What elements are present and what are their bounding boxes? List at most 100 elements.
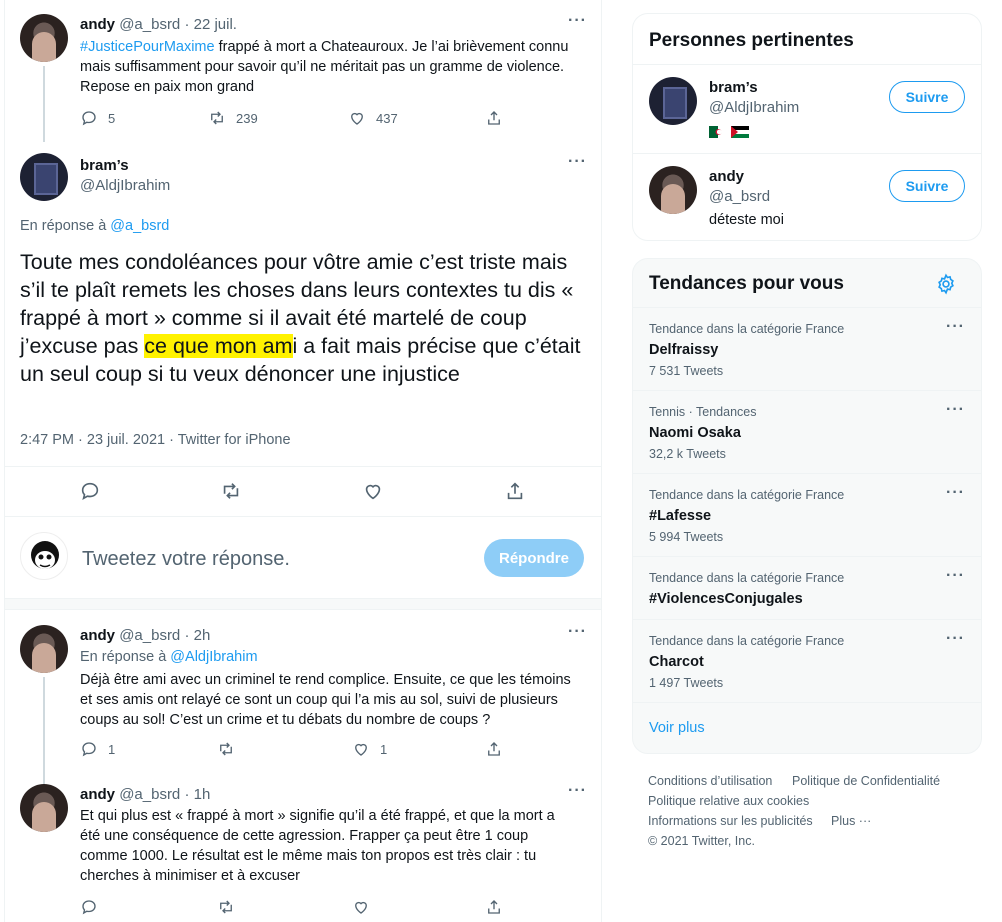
- tweet-reply[interactable]: andy @a_bsrd · 2h ··· En réponse à @Aldj…: [5, 612, 601, 787]
- footer-terms-link[interactable]: Conditions d’utilisation: [648, 774, 772, 788]
- trend-category: Tendance dans la catégorie France: [649, 571, 845, 585]
- highlighted-text: ce que mon am: [144, 334, 293, 358]
- author-handle[interactable]: @AldjIbrahim: [80, 177, 170, 194]
- algeria-flag-icon: [709, 125, 727, 138]
- retweet-icon: [220, 900, 232, 914]
- like-count: 437: [376, 110, 398, 126]
- reply-icon[interactable]: [79, 480, 101, 502]
- retweet-button[interactable]: 239: [208, 109, 258, 127]
- footer-more-link[interactable]: Plus ···: [831, 814, 871, 828]
- like-button[interactable]: 437: [348, 109, 398, 127]
- reply-submit-button[interactable]: Répondre: [484, 539, 584, 577]
- heart-icon[interactable]: [362, 480, 384, 502]
- gear-icon[interactable]: [935, 273, 957, 295]
- trend-item[interactable]: Tennis · Tendances Naomi Osaka 32,2 k Tw…: [633, 390, 981, 473]
- avatar[interactable]: [649, 166, 697, 214]
- tweet-reply[interactable]: andy @a_bsrd · 1h ··· Et qui plus est « …: [5, 772, 601, 922]
- person-name[interactable]: bram’s: [709, 79, 758, 96]
- person-handle[interactable]: @AldjIbrahim: [709, 99, 799, 116]
- tweet-timestamp[interactable]: 2:47 PM · 23 juil. 2021 · Twitter for iP…: [20, 432, 291, 448]
- reply-context: En réponse à @AldjIbrahim: [80, 649, 258, 665]
- more-icon[interactable]: ···: [946, 630, 965, 648]
- reply-button[interactable]: 5: [80, 109, 115, 127]
- trend-name: Delfraissy: [649, 342, 719, 358]
- share-button[interactable]: [485, 740, 503, 758]
- trend-item[interactable]: Tendance dans la catégorie France #Viole…: [633, 556, 981, 619]
- author-name[interactable]: andy: [80, 627, 115, 644]
- show-more-row[interactable]: Voir plus: [633, 702, 981, 754]
- trend-item[interactable]: Tendance dans la catégorie France Charco…: [633, 619, 981, 702]
- reply-button[interactable]: 1: [80, 740, 115, 758]
- hashtag-link[interactable]: #JusticePourMaxime: [80, 39, 215, 55]
- more-icon[interactable]: ···: [946, 567, 965, 585]
- more-icon[interactable]: ···: [568, 782, 587, 800]
- trend-name: Charcot: [649, 654, 704, 670]
- trend-count: 7 531 Tweets: [649, 364, 724, 378]
- tweet-original[interactable]: andy @a_bsrd · 22 juil. ··· #JusticePour…: [5, 0, 601, 145]
- share-button[interactable]: [485, 898, 503, 916]
- heart-icon: [355, 743, 367, 756]
- author-name[interactable]: bram’s: [80, 157, 129, 174]
- author-handle: @a_bsrd · 22 juil.: [119, 16, 237, 33]
- like-button[interactable]: [352, 898, 370, 916]
- card-title: Tendances pour vous: [649, 273, 844, 294]
- divider: [5, 466, 601, 467]
- avatar[interactable]: [20, 532, 68, 580]
- avatar[interactable]: [20, 14, 68, 62]
- avatar[interactable]: [649, 77, 697, 125]
- heart-icon: [355, 901, 367, 914]
- person-handle[interactable]: @a_bsrd: [709, 188, 770, 205]
- trend-name: #ViolencesConjugales: [649, 591, 803, 607]
- cartoon-avatar-icon: [31, 541, 59, 569]
- reply-button[interactable]: [80, 898, 98, 916]
- thread-line: [43, 677, 45, 787]
- reply-input[interactable]: Tweetez votre réponse.: [82, 548, 290, 571]
- divider: [5, 516, 601, 517]
- tweet-actions: 1 1: [80, 740, 520, 760]
- retweet-button[interactable]: [217, 898, 235, 916]
- reply-handle-link[interactable]: @AldjIbrahim: [170, 649, 257, 665]
- trend-item[interactable]: Tendance dans la catégorie France Delfra…: [633, 307, 981, 390]
- reply-icon: [82, 111, 96, 126]
- avatar[interactable]: [20, 153, 68, 201]
- trend-category: Tendance dans la catégorie France: [649, 322, 845, 336]
- author-name[interactable]: andy: [80, 786, 115, 803]
- more-icon[interactable]: ···: [568, 623, 587, 641]
- follow-button[interactable]: Suivre: [889, 170, 965, 202]
- author-handle: @a_bsrd · 2h: [119, 627, 211, 644]
- person-item[interactable]: andy @a_bsrd déteste moi Suivre: [633, 153, 981, 242]
- footer-ads-link[interactable]: Informations sur les publicités: [648, 814, 813, 828]
- trend-item[interactable]: Tendance dans la catégorie France #Lafes…: [633, 473, 981, 556]
- reply-handle-link[interactable]: @a_bsrd: [110, 218, 169, 234]
- avatar[interactable]: [20, 784, 68, 832]
- follow-button[interactable]: Suivre: [889, 81, 965, 113]
- more-icon[interactable]: ···: [946, 318, 965, 336]
- more-icon[interactable]: ···: [946, 401, 965, 419]
- footer-cookies-link[interactable]: Politique relative aux cookies: [648, 794, 809, 808]
- tweet-actions: [5, 480, 601, 504]
- share-button[interactable]: [485, 109, 503, 127]
- like-button[interactable]: 1: [352, 740, 387, 758]
- trend-category: Tennis · Tendances: [649, 405, 757, 419]
- retweet-button[interactable]: [217, 740, 235, 758]
- retweet-icon: [211, 111, 223, 125]
- more-icon[interactable]: ···: [568, 12, 587, 30]
- retweet-icon[interactable]: [220, 480, 242, 502]
- person-name[interactable]: andy: [709, 168, 744, 185]
- person-item[interactable]: bram’s @AldjIbrahim Suivre: [633, 64, 981, 153]
- author-name[interactable]: andy: [80, 16, 115, 33]
- trend-count: 5 994 Tweets: [649, 530, 724, 544]
- reply-icon: [82, 742, 96, 757]
- share-icon: [488, 900, 500, 914]
- reply-icon: [82, 900, 96, 915]
- share-icon[interactable]: [504, 480, 526, 502]
- trend-count: 1 497 Tweets: [649, 676, 724, 690]
- trend-name: Naomi Osaka: [649, 425, 741, 441]
- more-icon[interactable]: ···: [568, 153, 587, 171]
- show-more-link[interactable]: Voir plus: [649, 720, 705, 736]
- timeline-column: andy @a_bsrd · 22 juil. ··· #JusticePour…: [4, 0, 602, 922]
- avatar[interactable]: [20, 625, 68, 673]
- trend-count: 32,2 k Tweets: [649, 447, 726, 461]
- more-icon[interactable]: ···: [946, 484, 965, 502]
- footer-privacy-link[interactable]: Politique de Confidentialité: [792, 774, 940, 788]
